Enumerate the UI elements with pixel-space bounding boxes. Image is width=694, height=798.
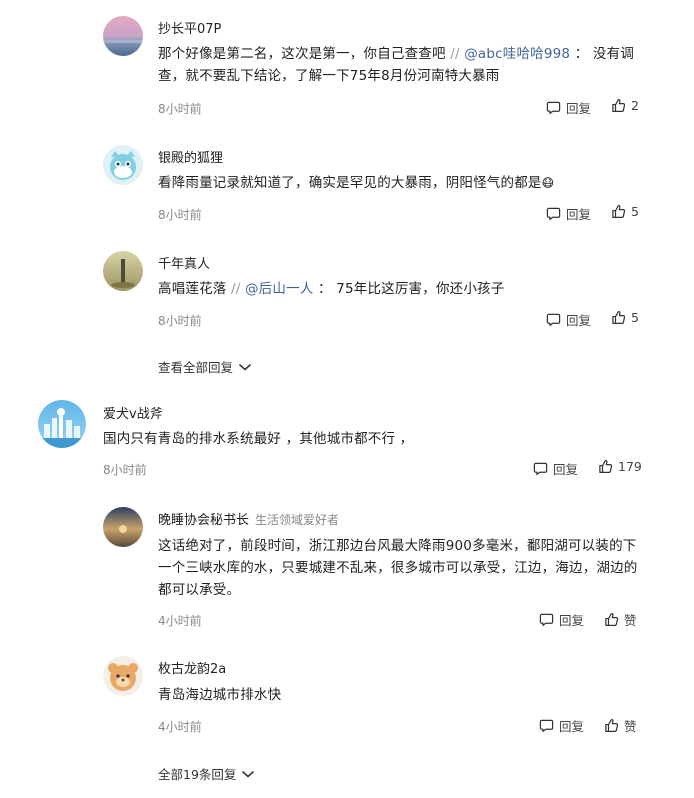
thumbs-up-icon <box>604 612 619 627</box>
timestamp: 4小时前 <box>158 614 202 628</box>
username[interactable]: 爱犬v战斧 <box>103 403 163 422</box>
avatar[interactable] <box>103 16 143 56</box>
thumbs-up-icon <box>611 310 626 325</box>
avatar[interactable] <box>103 145 143 185</box>
all-replies-button[interactable]: 全部19条回复 <box>158 764 255 783</box>
timestamp: 8小时前 <box>158 314 202 328</box>
comment-text: 那个好像是第二名，这次是第一，你自己查查吧 // @abc哇哈哈998 ： 没有… <box>158 46 635 84</box>
user-tag: 生活领域爱好者 <box>255 513 340 527</box>
username[interactable]: 银殿的狐狸 <box>158 147 223 166</box>
comment-text: 高唱莲花落 // @后山一人 ： 75年比这厉害，你还小孩子 <box>158 281 505 297</box>
comment-icon <box>546 206 561 221</box>
like-button[interactable]: 179 <box>598 459 642 474</box>
user-mention[interactable]: @后山一人 <box>245 281 314 297</box>
timestamp: 8小时前 <box>103 463 147 477</box>
username[interactable]: 枚古龙韵2a <box>158 658 226 677</box>
comment-icon <box>533 461 548 476</box>
reply-button[interactable]: 回复 <box>546 98 591 117</box>
avatar[interactable] <box>103 656 143 696</box>
username[interactable]: 千年真人 <box>158 253 210 272</box>
view-all-replies-button[interactable]: 查看全部回复 <box>158 357 252 376</box>
username[interactable]: 抄长平07P <box>158 18 221 37</box>
comment-text: 青岛海边城市排水快 <box>158 687 282 703</box>
reply-button[interactable]: 回复 <box>546 204 591 223</box>
reply-button[interactable]: 回复 <box>539 716 584 735</box>
like-button[interactable]: 5 <box>611 310 639 325</box>
thumbs-up-icon <box>611 204 626 219</box>
timestamp: 8小时前 <box>158 102 202 116</box>
like-button[interactable]: 2 <box>611 98 639 113</box>
avatar[interactable] <box>38 400 86 448</box>
comment-icon <box>539 718 554 733</box>
comment-icon <box>546 100 561 115</box>
chevron-down-icon <box>241 769 255 779</box>
comment-text: 国内只有青岛的排水系统最好 ，其他城市都不行 ， <box>103 431 414 447</box>
comment-text: 看降雨量记录就知道了，确实是罕见的大暴雨，阴阳怪气的都是😷 <box>158 175 555 191</box>
timestamp: 8小时前 <box>158 208 202 222</box>
like-button[interactable]: 赞 <box>604 610 637 629</box>
user-mention[interactable]: @abc哇哈哈998 <box>464 46 570 62</box>
avatar[interactable] <box>103 507 143 547</box>
comment-icon <box>546 312 561 327</box>
thumbs-up-icon <box>611 98 626 113</box>
comment-text: 这话绝对了，前段时间，浙江那边台风最大降雨900多毫米，鄱阳湖可以装的下一个三峡… <box>158 538 638 598</box>
reply-button[interactable]: 回复 <box>546 310 591 329</box>
like-button[interactable]: 赞 <box>604 716 637 735</box>
avatar[interactable] <box>103 251 143 291</box>
reply-button[interactable]: 回复 <box>539 610 584 629</box>
timestamp: 4小时前 <box>158 720 202 734</box>
thumbs-up-icon <box>598 459 613 474</box>
like-button[interactable]: 5 <box>611 204 639 219</box>
thumbs-up-icon <box>604 718 619 733</box>
emoji: 😷 <box>541 176 555 190</box>
comment-icon <box>539 612 554 627</box>
chevron-down-icon <box>238 362 252 372</box>
username[interactable]: 晚睡协会秘书长 生活领域爱好者 <box>158 509 339 528</box>
reply-button[interactable]: 回复 <box>533 459 578 478</box>
